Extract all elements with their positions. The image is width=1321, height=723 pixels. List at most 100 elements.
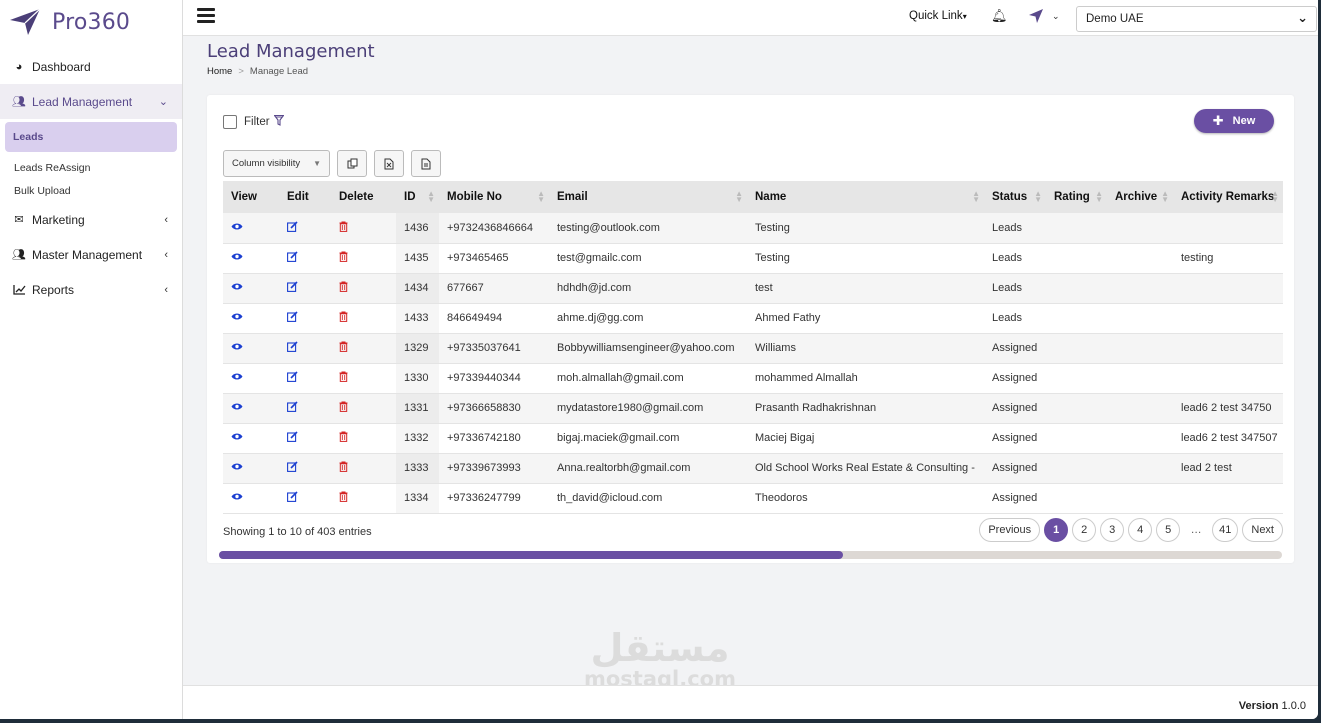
cell-archive (1107, 243, 1173, 273)
trash-icon[interactable] (339, 341, 348, 355)
brand[interactable]: Pro360 (0, 0, 182, 44)
trash-icon[interactable] (339, 371, 348, 385)
cell-status: Assigned (992, 402, 1038, 414)
table-row: 1331 +97366658830 mydatastore1980@gmail.co… (223, 393, 1283, 423)
trash-icon[interactable] (339, 461, 348, 475)
sort-icon: ▲ ▼ (972, 189, 980, 204)
pagination-page-1[interactable]: 1 (1044, 518, 1069, 542)
eye-icon[interactable] (231, 492, 243, 504)
sidebar-item-reports[interactable]: Reports ‹ (0, 272, 182, 307)
column-header-mobile[interactable]: Mobile No ▲ ▼ (439, 181, 549, 213)
cell-remarks: testing (1181, 252, 1214, 264)
sidebar-subitem-leads[interactable]: Leads (5, 122, 177, 152)
filter-checkbox[interactable] (223, 115, 237, 129)
filter-toggle[interactable]: Filter (223, 114, 285, 129)
sidebar-subitem-leads-reassign[interactable]: Leads ReAssign (0, 156, 182, 179)
trash-icon-cell (331, 453, 396, 483)
edit-icon[interactable] (287, 311, 298, 325)
sidebar-item-label: Master Management (32, 247, 143, 262)
edit-icon[interactable] (287, 221, 298, 235)
new-lead-button[interactable]: ✚ New (1194, 109, 1274, 133)
trash-icon[interactable] (339, 221, 348, 235)
company-select[interactable]: Demo UAE ⌄ (1076, 6, 1317, 32)
pagination-previous[interactable]: Previous (979, 518, 1041, 542)
breadcrumb-separator: > (238, 66, 244, 77)
footer: Version 1.0.0 (183, 685, 1318, 719)
cell-archive (1107, 303, 1173, 333)
cell-remarks (1173, 333, 1283, 363)
sidebar-item-label: Dashboard (32, 59, 91, 74)
caret-down-icon: ▾ (962, 12, 967, 21)
copy-button[interactable] (337, 150, 367, 177)
eye-icon[interactable] (231, 462, 243, 474)
sidebar-item-marketing[interactable]: ✉ Marketing ‹ (0, 202, 182, 237)
cell-email: moh.almallah@gmail.com (557, 372, 684, 384)
eye-icon[interactable] (231, 372, 243, 384)
column-header-rating[interactable]: Rating ▲ ▼ (1046, 181, 1107, 213)
cell-remarks (1173, 483, 1283, 513)
breadcrumb-home[interactable]: Home (207, 66, 232, 77)
navigation-menu[interactable]: ⌄ (1028, 8, 1060, 24)
column-header-status[interactable]: Status ▲ ▼ (984, 181, 1046, 213)
trash-icon[interactable] (339, 491, 348, 505)
sort-icon: ▲ ▼ (537, 189, 545, 204)
quick-link-dropdown[interactable]: Quick Link▾ (909, 10, 967, 22)
edit-icon[interactable] (287, 341, 298, 355)
cell-remarks (1173, 213, 1283, 243)
eye-icon[interactable] (231, 432, 243, 444)
trash-icon[interactable] (339, 311, 348, 325)
trash-icon[interactable] (339, 281, 348, 295)
pagination-page-3[interactable]: 3 (1100, 518, 1125, 542)
table-row: 1435 +973465465 test@gmailc.com Testing Lead… (223, 243, 1283, 273)
column-visibility-button[interactable]: Column visibility ▼ (223, 150, 330, 177)
column-header-label: Rating (1054, 191, 1090, 203)
cell-email: mydatastore1980@gmail.com (557, 402, 704, 414)
sidebar-item-master-management[interactable]: 👥︎ Master Management ‹ (0, 237, 182, 272)
eye-icon[interactable] (231, 282, 243, 294)
horizontal-scrollbar[interactable] (219, 551, 1282, 559)
pagination-page-last[interactable]: 41 (1212, 518, 1239, 542)
pagination-page-2[interactable]: 2 (1072, 518, 1097, 542)
edit-icon[interactable] (287, 251, 298, 265)
cell-rating (1046, 213, 1107, 243)
edit-icon[interactable] (287, 371, 298, 385)
eye-icon-cell (223, 213, 279, 243)
edit-icon-cell (279, 303, 331, 333)
trash-icon[interactable] (339, 431, 348, 445)
pagination-page-4[interactable]: 4 (1128, 518, 1153, 542)
eye-icon-cell (223, 303, 279, 333)
edit-icon[interactable] (287, 461, 298, 475)
eye-icon[interactable] (231, 402, 243, 414)
eye-icon[interactable] (231, 252, 243, 264)
column-header-id[interactable]: ID ▲ ▼ (396, 181, 439, 213)
pagination-next[interactable]: Next (1242, 518, 1283, 542)
trash-icon[interactable] (339, 251, 348, 265)
edit-icon[interactable] (287, 431, 298, 445)
table-row: 1434 677667 hdhdh@jd.com test Leads (223, 273, 1283, 303)
column-header-activity-remarks[interactable]: Activity Remarks ▲ ▼ (1173, 181, 1283, 213)
eye-icon[interactable] (231, 222, 243, 234)
excel-export-button[interactable] (374, 150, 404, 177)
column-header-label: Email (557, 191, 588, 203)
cell-rating (1046, 243, 1107, 273)
edit-icon-cell (279, 273, 331, 303)
scrollbar-thumb[interactable] (219, 551, 843, 559)
column-header-email[interactable]: Email ▲ ▼ (549, 181, 747, 213)
trash-icon-cell (331, 393, 396, 423)
pagination-page-5[interactable]: 5 (1156, 518, 1181, 542)
sidebar-subitem-bulk-upload[interactable]: Bulk Upload (0, 179, 182, 202)
edit-icon[interactable] (287, 281, 298, 295)
trash-icon[interactable] (339, 401, 348, 415)
edit-icon[interactable] (287, 401, 298, 415)
column-header-archive[interactable]: Archive ▲ ▼ (1107, 181, 1173, 213)
column-header-name[interactable]: Name ▲ ▼ (747, 181, 984, 213)
eye-icon[interactable] (231, 342, 243, 354)
eye-icon[interactable] (231, 312, 243, 324)
sidebar-item-lead-management[interactable]: 👥︎ Lead Management ⌄ (0, 84, 182, 119)
csv-export-button[interactable] (411, 150, 441, 177)
bell-icon[interactable]: 🔔︎ (991, 8, 1008, 24)
menu-toggle-icon[interactable] (197, 8, 215, 23)
edit-icon[interactable] (287, 491, 298, 505)
trash-icon-cell (331, 363, 396, 393)
sidebar-item-dashboard[interactable]: ◕ Dashboard (0, 49, 182, 84)
